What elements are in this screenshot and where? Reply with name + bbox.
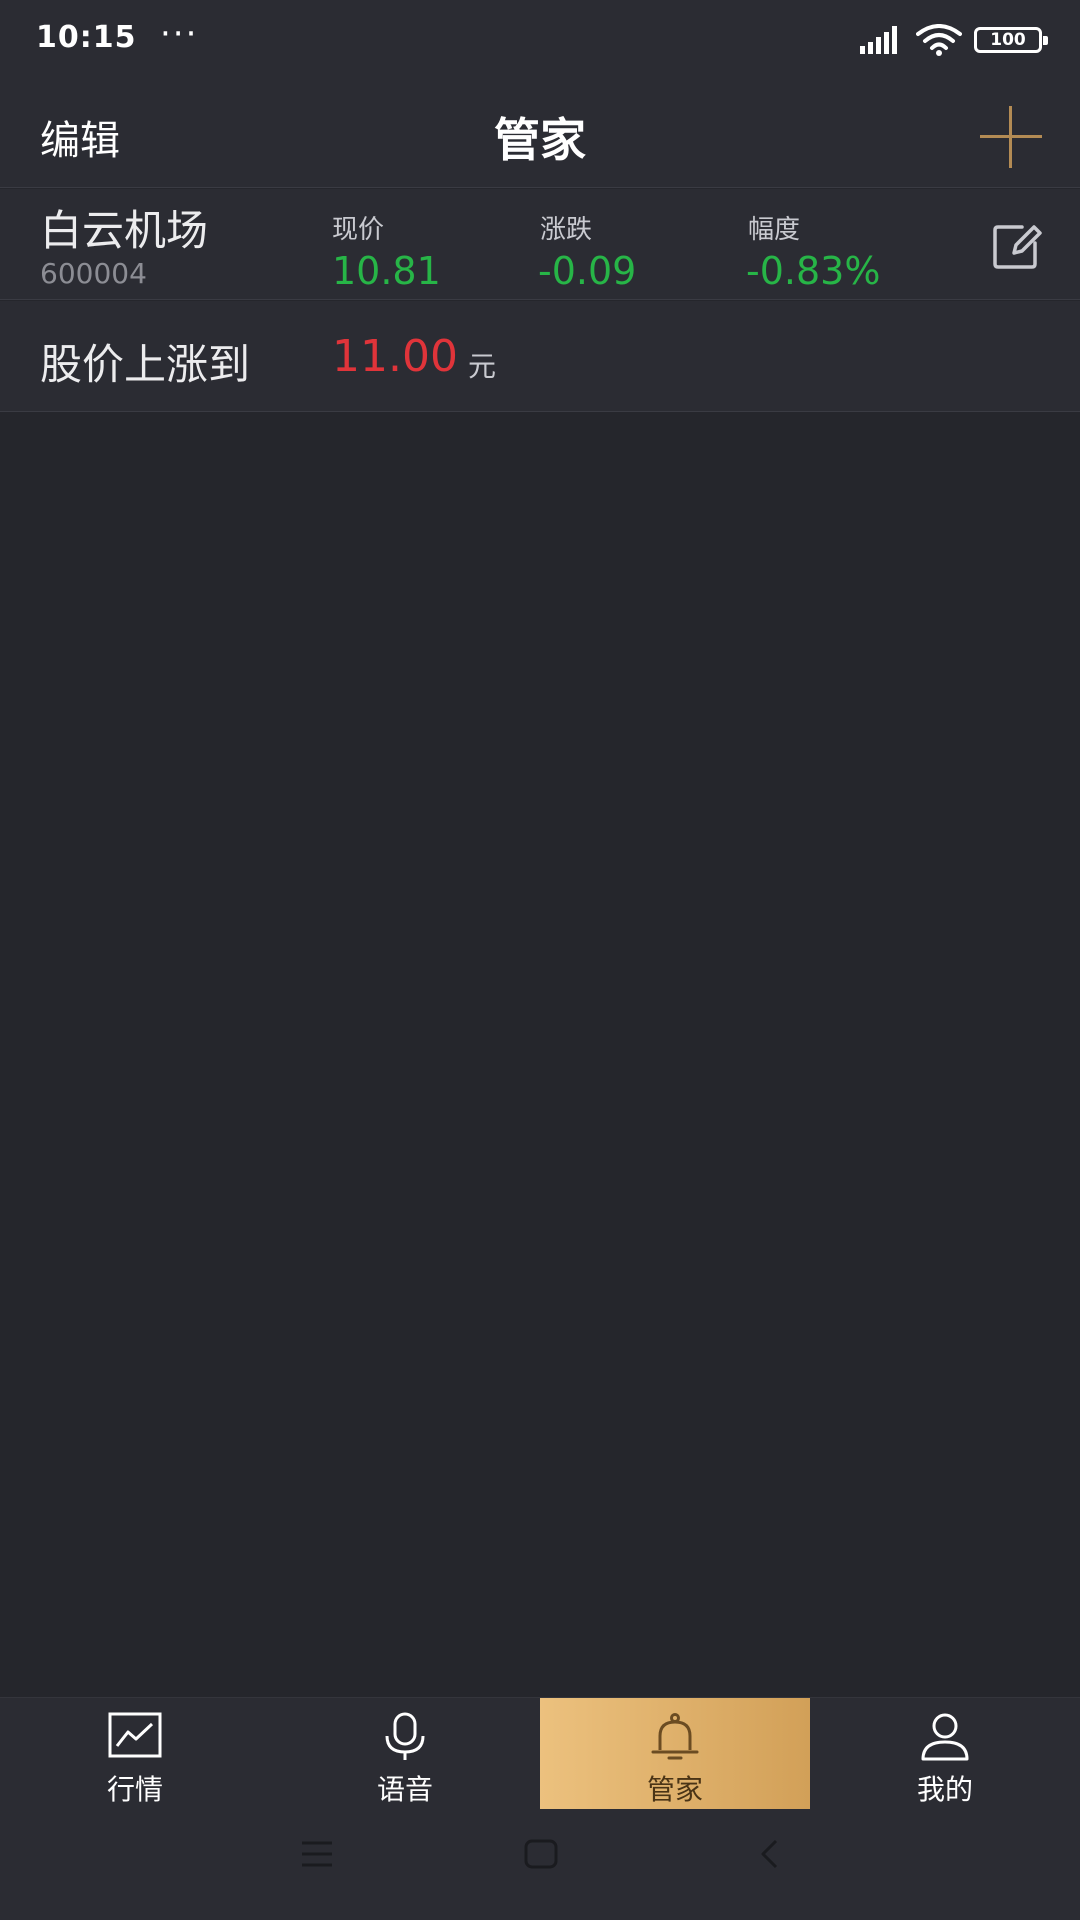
change-percent-label: 幅度: [748, 215, 801, 245]
tab-market[interactable]: 行情: [0, 1698, 270, 1810]
alert-target-price: 11.00: [332, 331, 458, 382]
change-percent-value: -0.83%: [746, 249, 881, 293]
alert-unit: 元: [468, 350, 497, 383]
status-bar: 10:15 ··· 100: [0, 0, 1080, 82]
home-icon[interactable]: [524, 1839, 558, 1869]
tab-butler[interactable]: 管家: [540, 1698, 810, 1810]
user-icon: [921, 1713, 969, 1761]
stock-name: 白云机场: [40, 206, 209, 255]
tab-voice[interactable]: 语音: [270, 1698, 540, 1810]
tab-label: 行情: [106, 1773, 163, 1806]
battery-level: 100: [990, 30, 1026, 50]
system-nav-bar: [0, 1809, 1080, 1920]
top-nav-bar: 编辑 管家: [0, 82, 1080, 188]
price-value: 10.81: [332, 249, 441, 293]
microphone-icon: [385, 1712, 425, 1760]
price-label: 现价: [332, 215, 385, 245]
edit-icon[interactable]: [992, 223, 1044, 271]
change-label: 涨跌: [540, 215, 593, 245]
tab-label: 语音: [376, 1773, 433, 1806]
tab-label: 我的: [916, 1773, 973, 1806]
status-time: 10:15: [36, 20, 137, 55]
chart-icon: [108, 1712, 162, 1758]
battery-icon: 100: [974, 27, 1048, 53]
menu-icon[interactable]: [300, 1839, 334, 1869]
wifi-icon: [916, 24, 962, 56]
change-value: -0.09: [538, 249, 637, 293]
plus-icon[interactable]: [980, 106, 1042, 168]
tab-label: 管家: [646, 1773, 703, 1806]
back-icon[interactable]: [758, 1839, 782, 1869]
tab-mine[interactable]: 我的: [810, 1698, 1080, 1810]
stock-item[interactable]: 白云机场 600004 现价 10.81 涨跌 -0.09 幅度 -0.83%: [0, 189, 1080, 300]
page-title: 管家: [494, 113, 586, 167]
price-alert-item[interactable]: 股价上涨到 11.00 元: [0, 301, 1080, 412]
signal-icon: [860, 26, 897, 54]
stock-code: 600004: [40, 257, 147, 290]
alert-condition-label: 股价上涨到: [40, 340, 251, 389]
bell-icon: [651, 1713, 699, 1760]
status-more-dots: ···: [160, 14, 199, 54]
bottom-tab-bar: 行情 语音 管家 我的: [0, 1697, 1080, 1810]
